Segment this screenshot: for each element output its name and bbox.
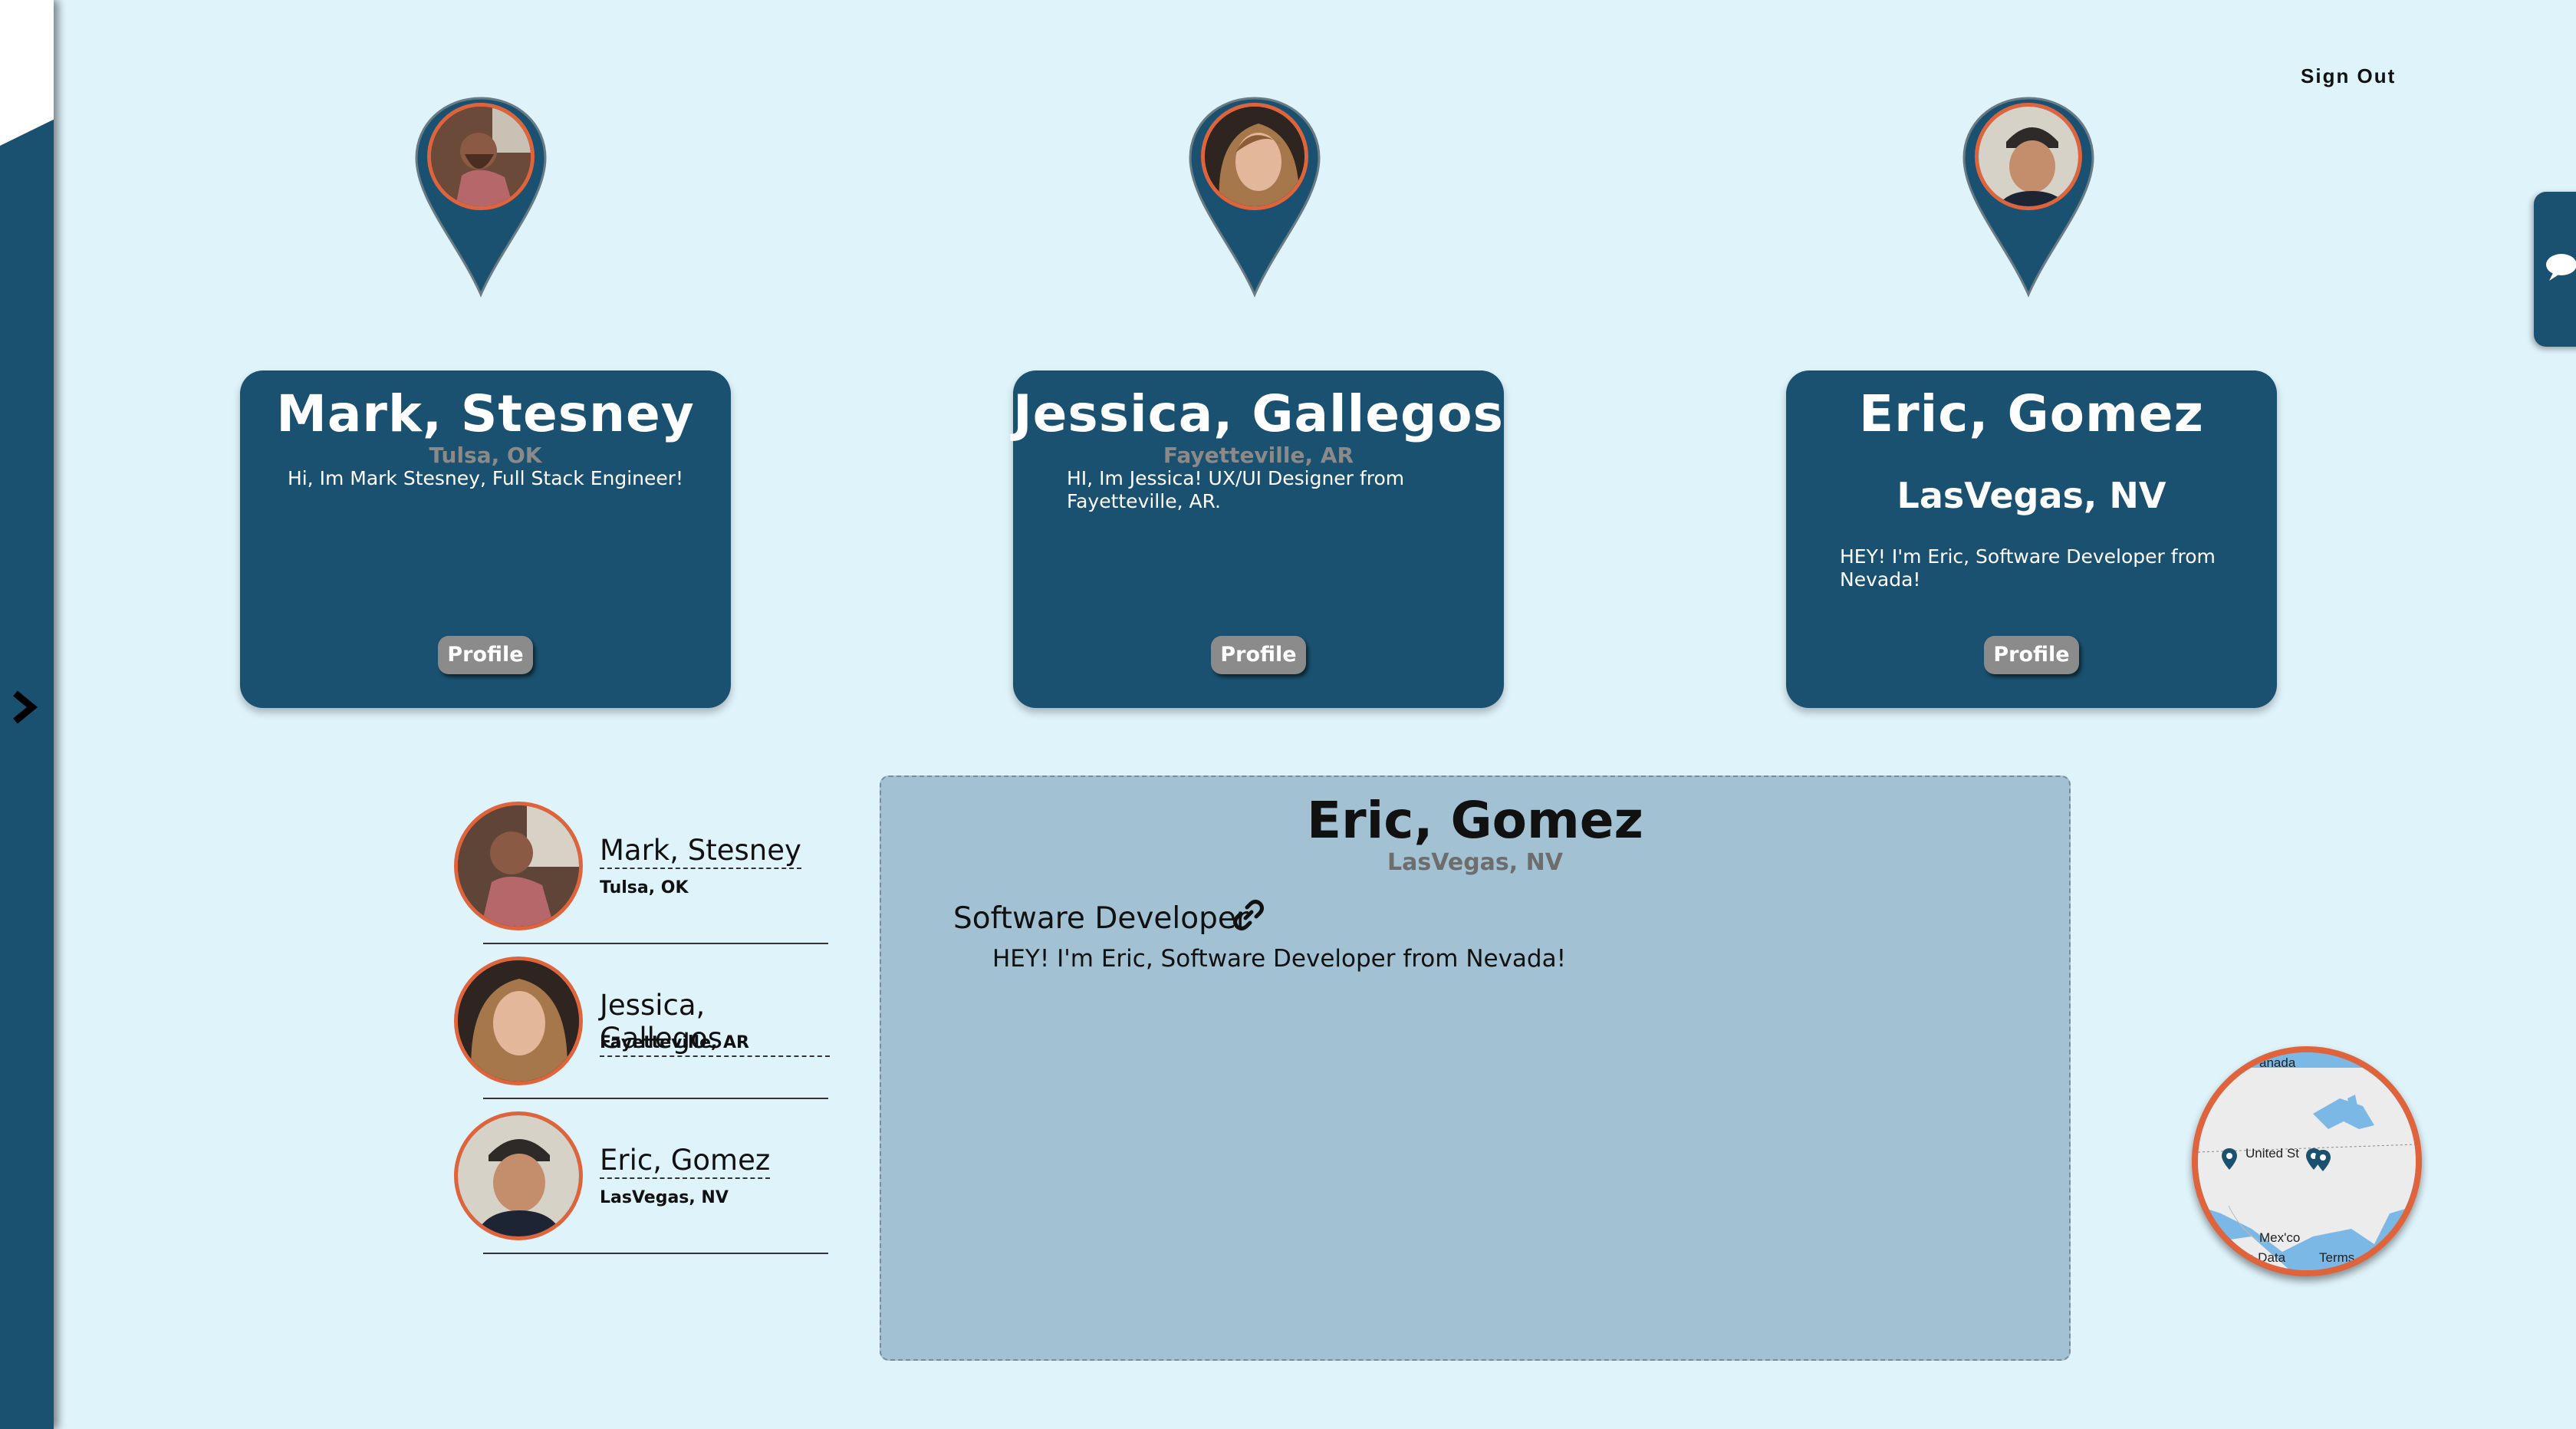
sign-out-link[interactable]: Sign Out bbox=[2301, 64, 2423, 92]
avatar bbox=[1975, 103, 2082, 210]
profile-button[interactable]: Profile bbox=[438, 636, 533, 674]
list-item[interactable]: Eric, Gomez LasVegas, NV bbox=[454, 1111, 830, 1265]
avatar bbox=[454, 1111, 583, 1240]
list-item[interactable]: Jessica, Gallegos Fayetteville, AR bbox=[454, 957, 830, 1110]
left-sidebar bbox=[0, 0, 54, 1429]
card-name: Eric, Gomez bbox=[1859, 384, 2204, 443]
sidebar-logo-area bbox=[0, 0, 54, 146]
map-label-mexico: Mex'co bbox=[2259, 1230, 2301, 1245]
map-label-us: United St bbox=[2245, 1146, 2299, 1161]
avatar bbox=[427, 103, 535, 210]
card-bio: HEY! I'm Eric, Software Developer from N… bbox=[1840, 545, 2216, 591]
profile-detail-panel: Eric, Gomez LasVegas, NV Software Develo… bbox=[880, 775, 2071, 1361]
map-pin-mark bbox=[410, 92, 548, 299]
card-bio: HI, Im Jessica! UX/UI Designer from Faye… bbox=[1067, 467, 1405, 512]
map-marker-icon[interactable] bbox=[2314, 1149, 2331, 1172]
card-location: Fayetteville, AR bbox=[1163, 443, 1354, 468]
detail-bio: HEY! I'm Eric, Software Developer from N… bbox=[992, 945, 1567, 973]
map-marker-icon[interactable] bbox=[2221, 1147, 2238, 1171]
avatar bbox=[454, 957, 583, 1085]
list-item-location: Tulsa, OK bbox=[600, 878, 689, 897]
map-pin-eric bbox=[1958, 92, 2096, 299]
list-item-name[interactable]: Eric, Gomez bbox=[600, 1144, 771, 1179]
profile-button[interactable]: Profile bbox=[1984, 636, 2079, 674]
chevron-right-icon[interactable] bbox=[11, 689, 41, 726]
chat-tab[interactable] bbox=[2534, 192, 2576, 347]
detail-name: Eric, Gomez bbox=[1307, 791, 1643, 850]
chat-bubble-icon bbox=[2546, 254, 2576, 281]
detail-role: Software Developer bbox=[953, 901, 1249, 936]
list-item[interactable]: Mark, Stesney Tulsa, OK bbox=[454, 802, 830, 955]
profile-card: Eric, Gomez LasVegas, NV HEY! I'm Eric, … bbox=[1786, 370, 2277, 708]
divider bbox=[483, 1098, 828, 1099]
profile-button[interactable]: Profile bbox=[1211, 636, 1306, 674]
detail-location: LasVegas, NV bbox=[1387, 849, 1563, 876]
divider bbox=[483, 943, 828, 944]
divider bbox=[483, 1253, 828, 1254]
link-icon[interactable] bbox=[1232, 898, 1265, 932]
mini-map[interactable]: anada United St Mex'co a Data Terms bbox=[2192, 1046, 2422, 1276]
map-label-data: a Data bbox=[2247, 1250, 2286, 1265]
avatar bbox=[454, 802, 583, 930]
card-location: LasVegas, NV bbox=[1897, 475, 2166, 516]
avatar bbox=[1201, 103, 1308, 210]
card-location: Tulsa, OK bbox=[429, 443, 542, 468]
profile-card: Mark, Stesney Tulsa, OK Hi, Im Mark Stes… bbox=[240, 370, 731, 708]
list-item-name[interactable]: Mark, Stesney bbox=[600, 834, 801, 869]
card-name: Jessica, Gallegos bbox=[1013, 384, 1504, 443]
list-item-location: Fayetteville, AR bbox=[600, 1033, 749, 1052]
profile-card: Jessica, Gallegos Fayetteville, AR HI, I… bbox=[1013, 370, 1504, 708]
card-name: Mark, Stesney bbox=[276, 384, 695, 443]
list-item-location: LasVegas, NV bbox=[600, 1188, 729, 1207]
map-pin-jessica bbox=[1184, 92, 1322, 299]
map-label-terms[interactable]: Terms bbox=[2319, 1250, 2354, 1266]
card-bio: Hi, Im Mark Stesney, Full Stack Engineer… bbox=[287, 467, 684, 489]
map-label-canada: anada bbox=[2259, 1055, 2296, 1070]
